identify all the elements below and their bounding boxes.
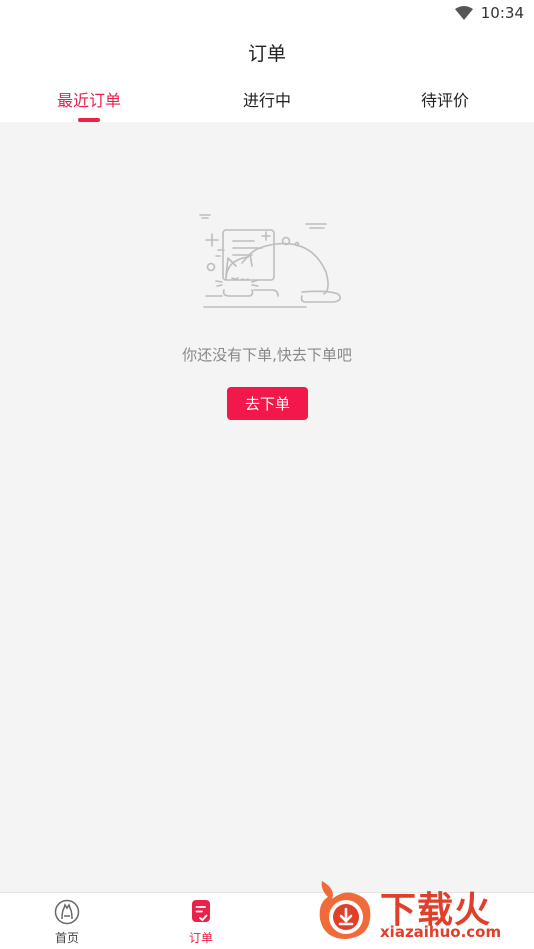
status-right: 10:34 [454,4,524,22]
empty-message: 你还没有下单,快去下单吧 [182,346,352,364]
flame-download-logo [316,879,376,941]
status-bar: 10:34 [0,0,534,28]
tab-label: 最近订单 [56,91,121,110]
order-list-icon [188,899,214,925]
nav-home[interactable]: 首页 [27,899,107,947]
title-bar: 订单 [0,28,534,76]
order-list-empty: 你还没有下单,快去下单吧 去下单 [0,122,534,892]
watermark-domain: xiazaihuo.com [380,923,502,941]
sleeping-cat-document-icon [196,210,346,320]
tab-recent-orders[interactable]: 最近订单 [0,76,178,122]
tab-to-review[interactable]: 待评价 [356,76,534,122]
go-order-button[interactable]: 去下单 [227,387,308,420]
status-time: 10:34 [480,4,524,22]
tab-label: 进行中 [242,91,291,110]
nav-label: 首页 [54,931,79,945]
tab-in-progress[interactable]: 进行中 [178,76,356,122]
nav-orders[interactable]: 订单 [161,899,241,947]
home-cat-icon [54,899,80,925]
wifi-icon [454,6,473,20]
order-tabs: 最近订单 进行中 待评价 [0,76,534,122]
watermark: 下载火 xiazaihuo.com [314,879,534,949]
tab-label: 待评价 [420,91,469,110]
page-title: 订单 [247,42,286,65]
nav-label: 订单 [188,931,213,945]
